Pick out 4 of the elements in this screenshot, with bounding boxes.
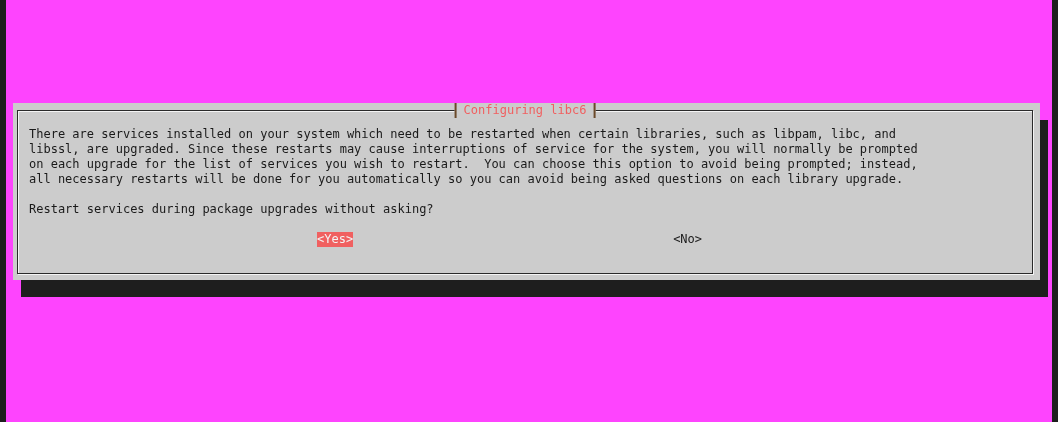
dialog-message: There are services installed on your system which need to be restarted when certain libraries, such as libpam, libc, and libssl, are upgraded. Since these restarts may cause interruptions of service for the system, you will normally be prompted on each upgrade for the list of services you wish to restart. You can choose this option to avoid being prompted; instead, all necessary restarts will be done for you automatically so you can avoid being asked questions on each library upgrade. [29,127,919,187]
dialog-button[interactable]: <No> [673,232,703,247]
dialog-question: Restart services during package upgrades without asking? [29,202,435,217]
dialog-title: Configuring libc6 [454,103,596,118]
